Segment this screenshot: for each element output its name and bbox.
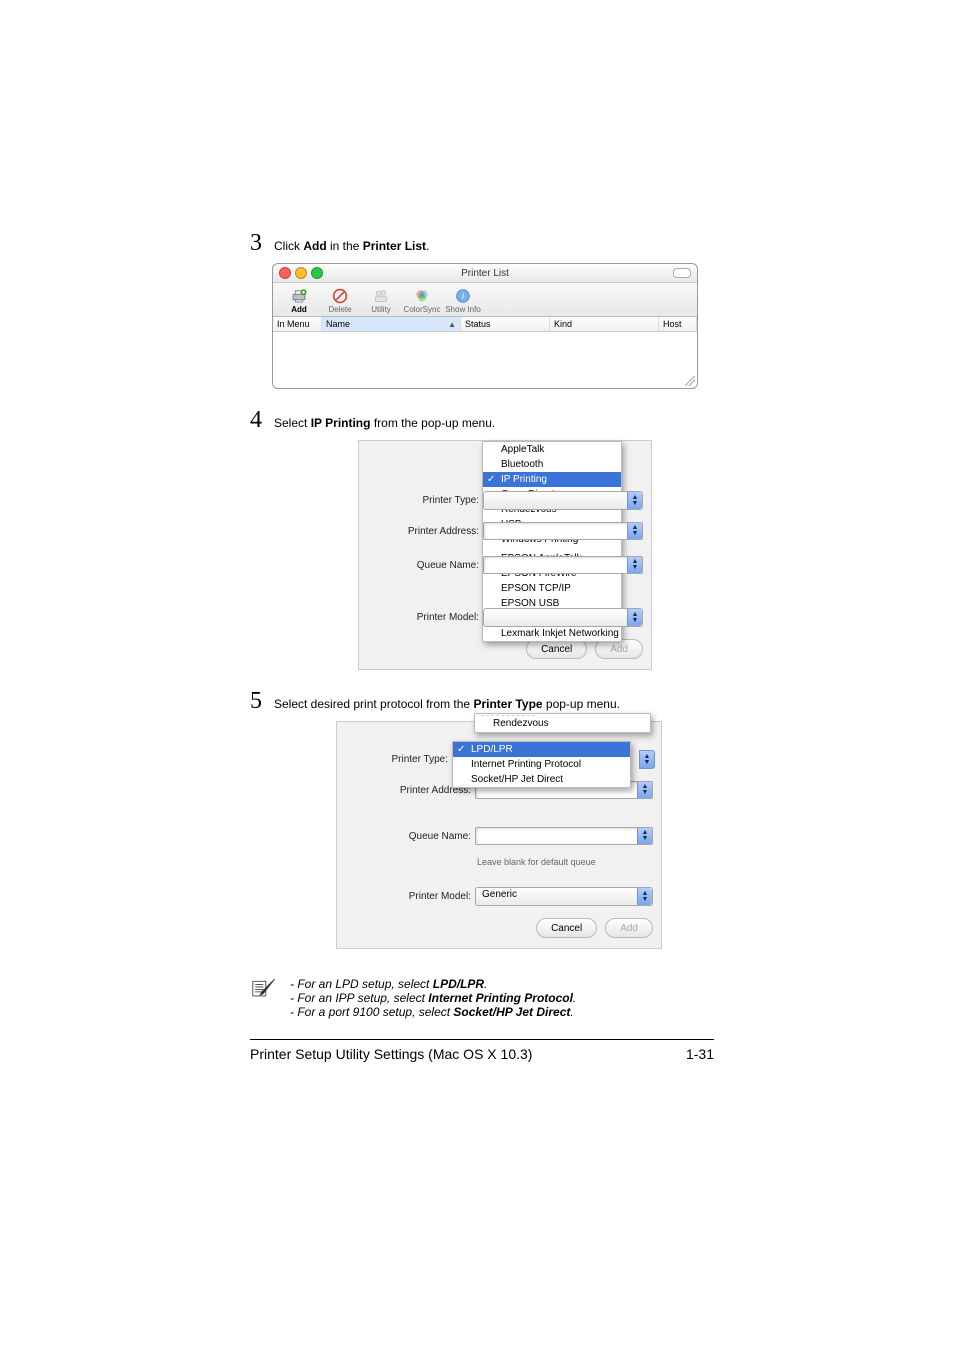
col-inmenu[interactable]: In Menu: [273, 317, 322, 331]
step3-text: Click Add in the Printer List.: [274, 235, 429, 253]
window-title: Printer List: [273, 268, 697, 279]
printer-type-select[interactable]: ▲▼: [483, 491, 643, 510]
ip-printing-sheet: AppleTalk Bluetooth IP Printing Open Dir…: [358, 440, 652, 670]
no-entry-icon: [320, 287, 360, 305]
popup-item-socket[interactable]: Socket/HP Jet Direct: [453, 772, 630, 787]
label-printer-type: Printer Type:: [341, 754, 452, 765]
sort-asc-icon: ▲: [448, 320, 456, 329]
printer-list-window: Printer List Add Delete: [272, 263, 698, 389]
popup-item-rendezvous[interactable]: Rendezvous: [475, 716, 650, 732]
popup-item-ipp[interactable]: Internet Printing Protocol: [453, 757, 630, 772]
svg-text:i: i: [462, 291, 465, 302]
label-printer-type: Printer Type:: [363, 495, 483, 506]
printer-type-sheet: Rendezvous Printer Type: LPD/LPR Interne…: [336, 721, 662, 949]
combo-arrows-icon: ▲▼: [627, 523, 642, 539]
printer-model-select[interactable]: ▲▼: [483, 608, 643, 627]
step5-number: 5: [250, 688, 262, 715]
popup-item-lexmark[interactable]: Lexmark Inkjet Networking: [483, 626, 621, 641]
queue-name-input[interactable]: ▲▼: [475, 827, 653, 845]
note-text: - For an LPD setup, select LPD/LPR. - Fo…: [290, 977, 576, 1019]
select-arrows-icon: ▲▼: [637, 888, 652, 905]
popup-item-appletalk[interactable]: AppleTalk: [483, 442, 621, 457]
combo-arrows-icon: ▲▼: [637, 782, 652, 798]
label-printer-address: Printer Address:: [363, 526, 483, 537]
label-queue-name: Queue Name:: [341, 831, 475, 842]
col-kind[interactable]: Kind: [550, 317, 659, 331]
add-button[interactable]: Add: [279, 287, 319, 314]
showinfo-button[interactable]: i Show Info: [443, 287, 483, 314]
cancel-button[interactable]: Cancel: [526, 639, 587, 659]
label-printer-model: Printer Model:: [363, 612, 483, 623]
page-number: 1-31: [686, 1046, 714, 1062]
col-name[interactable]: Name▲: [322, 317, 461, 331]
col-status[interactable]: Status: [461, 317, 550, 331]
note-icon: [252, 977, 278, 1019]
step4-text: Select IP Printing from the pop-up menu.: [274, 412, 495, 430]
step5-text: Select desired print protocol from the P…: [274, 693, 620, 711]
printer-type-popup[interactable]: Rendezvous: [474, 713, 651, 733]
utility-icon: [361, 287, 401, 305]
label-printer-model: Printer Model:: [341, 891, 475, 902]
combo-arrows-icon: ▲▼: [637, 828, 652, 844]
popup-item-epson-tcpip[interactable]: EPSON TCP/IP: [483, 581, 621, 596]
add-button[interactable]: Add: [605, 918, 653, 938]
printer-model-select[interactable]: Generic ▲▼: [475, 887, 653, 906]
select-arrows-icon: ▲▼: [627, 609, 642, 626]
delete-button[interactable]: Delete: [320, 287, 360, 314]
queue-name-input[interactable]: ▲▼: [483, 556, 643, 574]
popup-item-ipprinting[interactable]: IP Printing: [483, 472, 621, 487]
select-arrows-icon: ▲▼: [627, 492, 642, 509]
footer-rule: [250, 1039, 714, 1040]
info-icon: i: [443, 287, 483, 305]
printer-address-input[interactable]: ▲▼: [483, 522, 643, 540]
popup-item-lpd[interactable]: LPD/LPR: [453, 742, 630, 757]
footer-title: Printer Setup Utility Settings (Mac OS X…: [250, 1046, 532, 1062]
colorsync-button[interactable]: ColorSync: [402, 287, 442, 314]
label-queue-name: Queue Name:: [363, 560, 483, 571]
table-header: In Menu Name▲ Status Kind Host: [273, 317, 697, 332]
combo-arrows-icon: ▲▼: [627, 557, 642, 573]
step3-number: 3: [250, 230, 262, 257]
step4-number: 4: [250, 407, 262, 434]
printer-list-body: [273, 332, 697, 388]
printer-add-icon: [279, 287, 319, 305]
popup-item-bluetooth[interactable]: Bluetooth: [483, 457, 621, 472]
colorsync-icon: [402, 287, 442, 305]
add-button[interactable]: Add: [595, 639, 643, 659]
utility-button[interactable]: Utility: [361, 287, 401, 314]
cancel-button[interactable]: Cancel: [536, 918, 597, 938]
queue-help-text: Leave blank for default queue: [477, 857, 653, 867]
col-host[interactable]: Host: [659, 317, 697, 331]
